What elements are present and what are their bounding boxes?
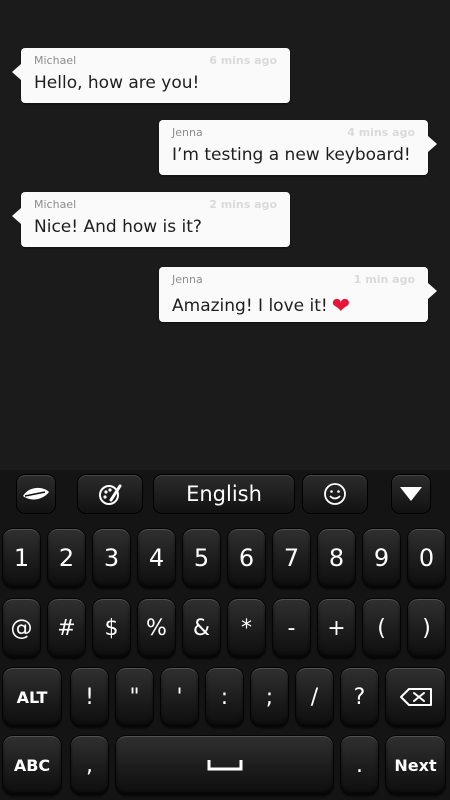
abc-key[interactable]: ABC	[3, 736, 61, 794]
emoji-button[interactable]	[303, 475, 367, 513]
alt-key[interactable]: ALT	[3, 668, 61, 726]
key-single-quote[interactable]: '	[161, 668, 198, 726]
key-dollar[interactable]: $	[93, 599, 130, 657]
message-time: 4 mins ago	[347, 126, 415, 139]
message-sender: Jenna	[172, 273, 203, 286]
key-minus[interactable]: -	[273, 599, 310, 657]
message-text: Nice! And how is it?	[34, 217, 202, 237]
space-bar-icon	[207, 760, 242, 771]
key-7[interactable]: 7	[273, 529, 310, 587]
message-text: I’m testing a new keyboard!	[172, 145, 411, 165]
key-hash[interactable]: #	[48, 599, 85, 657]
key-1[interactable]: 1	[3, 529, 40, 587]
keyboard: English 1 2 3 4 5 6 7 8 9 0 @ # $ % & * …	[0, 470, 450, 800]
key-colon[interactable]: :	[206, 668, 243, 726]
key-2[interactable]: 2	[48, 529, 85, 587]
key-paren-close[interactable]: )	[408, 599, 445, 657]
next-key[interactable]: Next	[386, 736, 445, 794]
key-at[interactable]: @	[3, 599, 40, 657]
key-paren-open[interactable]: (	[363, 599, 400, 657]
keyboard-toolbar: English	[0, 470, 450, 520]
space-key[interactable]	[116, 736, 333, 794]
arrow-down-icon	[400, 487, 422, 501]
key-6[interactable]: 6	[228, 529, 265, 587]
key-percent[interactable]: %	[138, 599, 175, 657]
key-semicolon[interactable]: ;	[251, 668, 288, 726]
key-question[interactable]: ?	[341, 668, 378, 726]
palette-brush-icon	[99, 484, 122, 505]
message-bubble[interactable]: Jenna 1 min ago Amazing! I love it! ❤	[159, 267, 437, 322]
key-comma[interactable]: ,	[71, 736, 108, 794]
key-3[interactable]: 3	[93, 529, 130, 587]
language-button[interactable]: English	[154, 475, 294, 513]
message-sender: Michael	[34, 198, 77, 211]
message-text: Amazing! I love it! ❤	[172, 292, 351, 319]
message-time: 6 mins ago	[209, 54, 277, 67]
message-text: Hello, how are you!	[34, 73, 200, 93]
language-label: English	[186, 482, 262, 506]
key-asterisk[interactable]: *	[228, 599, 265, 657]
message-time: 1 min ago	[353, 273, 415, 286]
message-text-content: Amazing! I love it!	[172, 296, 328, 316]
hide-keyboard-button[interactable]	[392, 475, 430, 513]
key-9[interactable]: 9	[363, 529, 400, 587]
message-bubble[interactable]: Jenna 4 mins ago I’m testing a new keyboa…	[159, 120, 437, 175]
key-4[interactable]: 4	[138, 529, 175, 587]
key-period[interactable]: .	[341, 736, 378, 794]
key-exclamation[interactable]: !	[71, 668, 108, 726]
key-5[interactable]: 5	[183, 529, 220, 587]
message-bubble[interactable]: Michael 2 mins ago Nice! And how is it?	[12, 192, 290, 247]
message-sender: Michael	[34, 54, 77, 67]
theme-palette-button[interactable]	[78, 475, 142, 513]
key-plus[interactable]: +	[318, 599, 355, 657]
key-double-quote[interactable]: "	[116, 668, 153, 726]
leaf-icon	[23, 487, 49, 500]
key-ampersand[interactable]: &	[183, 599, 220, 657]
key-slash[interactable]: /	[296, 668, 333, 726]
message-sender: Jenna	[172, 126, 203, 139]
smiley-icon	[324, 483, 346, 505]
message-bubble[interactable]: Michael 6 mins ago Hello, how are you!	[12, 48, 290, 103]
key-8[interactable]: 8	[318, 529, 355, 587]
leaf-button[interactable]	[17, 475, 55, 513]
key-0[interactable]: 0	[408, 529, 445, 587]
backspace-key[interactable]	[386, 668, 445, 726]
backspace-icon	[399, 688, 432, 706]
message-time: 2 mins ago	[209, 198, 277, 211]
heart-icon: ❤	[331, 294, 351, 319]
chat-area: Michael 6 mins ago Hello, how are you! Je…	[0, 0, 450, 470]
